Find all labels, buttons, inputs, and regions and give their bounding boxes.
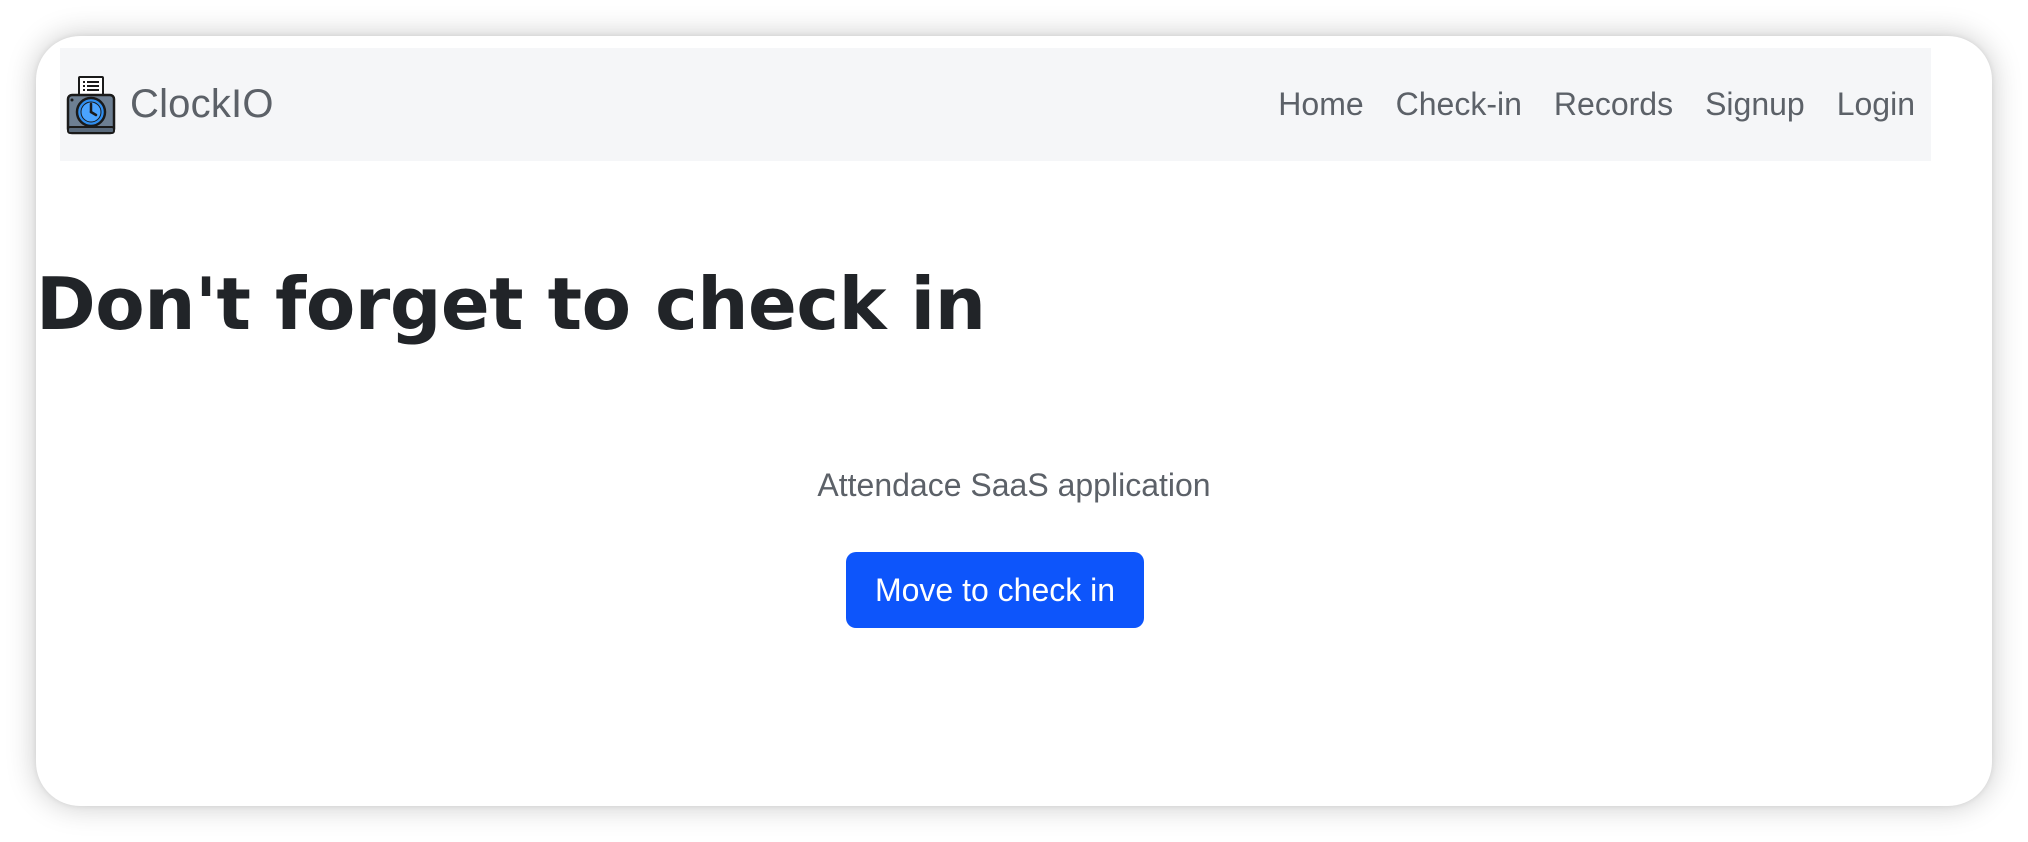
nav-links: Home Check-in Records Signup Login bbox=[1246, 86, 1915, 123]
time-clock-icon bbox=[66, 75, 116, 135]
nav-link-home[interactable]: Home bbox=[1278, 86, 1363, 123]
nav-link-check-in[interactable]: Check-in bbox=[1396, 86, 1522, 123]
brand-link[interactable]: ClockIO bbox=[66, 75, 274, 135]
hero-subtitle: Attendace SaaS application bbox=[817, 467, 1211, 503]
nav-link-signup[interactable]: Signup bbox=[1705, 86, 1805, 123]
browser-window: ClockIO Home Check-in Records Signup Log… bbox=[36, 36, 1992, 806]
move-to-check-in-button[interactable]: Move to check in bbox=[846, 552, 1144, 628]
nav-link-login[interactable]: Login bbox=[1837, 86, 1915, 123]
navbar: ClockIO Home Check-in Records Signup Log… bbox=[60, 48, 1931, 161]
hero-title: Don't forget to check in bbox=[36, 262, 986, 346]
brand-name: ClockIO bbox=[130, 82, 274, 126]
nav-link-records[interactable]: Records bbox=[1554, 86, 1673, 123]
